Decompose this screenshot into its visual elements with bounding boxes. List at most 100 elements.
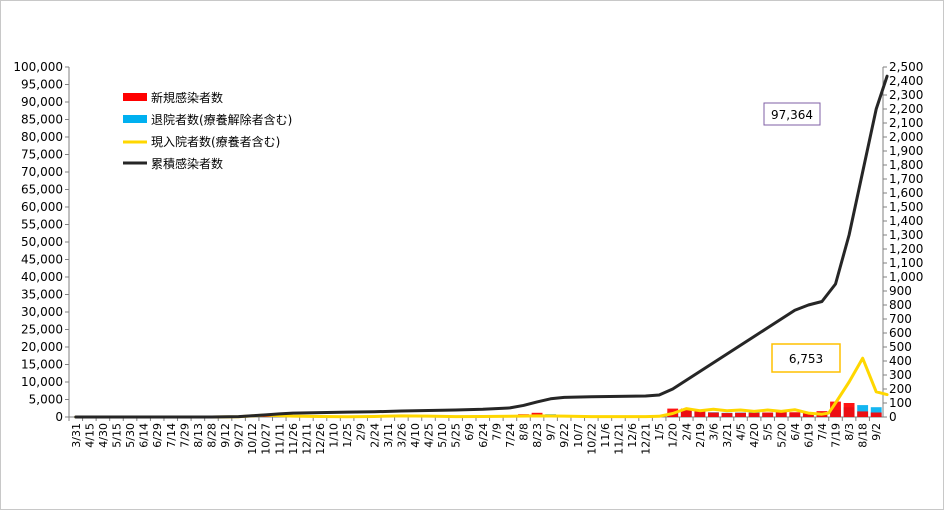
x-tick-label: 8/13 <box>192 423 205 448</box>
new-case-bar <box>871 413 882 417</box>
x-tick-label: 10/27 <box>260 423 273 455</box>
x-tick-label: 7/24 <box>504 423 517 448</box>
legend-swatch-new-cases <box>123 93 147 101</box>
y2-tick-label: 2,100 <box>889 116 923 130</box>
y-tick-label: 5,000 <box>29 393 63 407</box>
y-tick-label: 90,000 <box>21 95 63 109</box>
x-tick-label: 11/11 <box>273 423 286 455</box>
legend-label-recovered: 退院者数(療養解除者含む) <box>151 112 292 127</box>
x-tick-label: 5/30 <box>124 423 137 448</box>
legend-swatch-recovered <box>123 115 147 123</box>
x-tick-label: 2/9 <box>355 423 368 441</box>
y2-tick-label: 900 <box>889 284 912 298</box>
x-tick-label: 7/19 <box>830 423 843 448</box>
x-tick-label: 6/19 <box>802 423 815 448</box>
x-tick-label: 8/8 <box>517 423 530 441</box>
legend-label-hospitalized: 現入院者数(療養者含む) <box>151 134 280 149</box>
legend: 新規感染者数 退院者数(療養解除者含む) 現入院者数(療養者含む) 累積感染者数 <box>123 90 292 171</box>
new-case-bar <box>708 413 719 417</box>
legend-label-new-cases: 新規感染者数 <box>151 90 223 105</box>
y-tick-label: 10,000 <box>21 375 63 389</box>
y2-tick-label: 500 <box>889 340 912 354</box>
hospitalized-callout: 6,753 <box>772 344 840 372</box>
x-tick-label: 12/11 <box>300 423 313 455</box>
y-tick-label: 85,000 <box>21 113 63 127</box>
new-case-bar <box>749 413 760 417</box>
y-tick-label: 80,000 <box>21 130 63 144</box>
y2-tick-label: 100 <box>889 396 912 410</box>
x-tick-label: 9/27 <box>233 423 246 448</box>
new-case-bar <box>735 413 746 417</box>
x-tick-label: 4/30 <box>97 423 110 448</box>
y2-tick-label: 0 <box>889 410 897 424</box>
new-case-bar <box>694 411 705 417</box>
x-tick-label: 8/28 <box>205 423 218 448</box>
y2-tick-label: 700 <box>889 312 912 326</box>
x-tick-label: 9/2 <box>870 423 883 441</box>
x-tick-label: 2/4 <box>680 423 693 441</box>
x-tick-label: 9/7 <box>545 423 558 441</box>
y-tick-label: 30,000 <box>21 305 63 319</box>
new-case-bar <box>722 413 733 417</box>
y-tick-label: 25,000 <box>21 323 63 337</box>
x-tick-label: 11/26 <box>287 423 300 455</box>
y2-tick-label: 1,100 <box>889 256 923 270</box>
x-tick-label: 11/21 <box>612 423 625 455</box>
y2-tick-label: 1,200 <box>889 242 923 256</box>
y2-tick-label: 200 <box>889 382 912 396</box>
x-tick-label: 4/25 <box>423 423 436 448</box>
y2-tick-label: 1,000 <box>889 270 923 284</box>
y2-tick-label: 2,500 <box>889 60 923 74</box>
x-tick-label: 6/4 <box>789 423 802 441</box>
cumulative-line <box>76 76 887 417</box>
cumulative-callout-label: 97,364 <box>771 108 813 122</box>
y-tick-label: 20,000 <box>21 340 63 354</box>
new-case-bar <box>762 413 773 417</box>
y2-axis-ticks: 01002003004005006007008009001,0001,1001,… <box>883 60 923 424</box>
x-axis-ticks: 3/314/154/305/155/306/146/297/147/298/13… <box>69 417 883 455</box>
y-tick-label: 35,000 <box>21 288 63 302</box>
y-tick-label: 55,000 <box>21 218 63 232</box>
new-case-bar <box>789 412 800 417</box>
y2-tick-label: 1,900 <box>889 144 923 158</box>
x-tick-label: 5/25 <box>450 423 463 448</box>
y2-tick-label: 300 <box>889 368 912 382</box>
chart-svg: 0 5,000 10,000 15,000 20,000 25,000 30,000 35,0… <box>1 1 943 509</box>
y2-tick-label: 800 <box>889 298 912 312</box>
new-case-bar <box>844 403 855 417</box>
y-tick-label: 60,000 <box>21 200 63 214</box>
x-tick-label: 6/9 <box>463 423 476 441</box>
y-tick-label: 95,000 <box>21 78 63 92</box>
x-tick-label: 7/4 <box>816 423 829 441</box>
y-tick-label: 15,000 <box>21 358 63 372</box>
y2-tick-label: 600 <box>889 326 912 340</box>
cumulative-line-group <box>76 76 887 417</box>
y-tick-label: 65,000 <box>21 183 63 197</box>
x-tick-label: 6/24 <box>477 423 490 448</box>
x-tick-label: 12/26 <box>314 423 327 455</box>
y2-tick-label: 1,500 <box>889 200 923 214</box>
y2-tick-label: 1,400 <box>889 214 923 228</box>
y-tick-label: 50,000 <box>21 235 63 249</box>
x-tick-label: 4/20 <box>748 423 761 448</box>
y2-tick-label: 2,200 <box>889 102 923 116</box>
x-tick-label: 6/14 <box>138 423 151 448</box>
x-tick-label: 9/12 <box>219 423 232 448</box>
y2-tick-label: 2,000 <box>889 130 923 144</box>
x-tick-label: 6/29 <box>151 423 164 448</box>
y-tick-label: 100,000 <box>13 60 63 74</box>
x-tick-label: 3/6 <box>707 423 720 441</box>
x-tick-label: 12/6 <box>626 423 639 448</box>
new-case-bar <box>857 411 868 417</box>
y2-tick-label: 2,400 <box>889 74 923 88</box>
x-tick-label: 3/31 <box>70 423 83 448</box>
x-tick-label: 12/21 <box>640 423 653 455</box>
x-tick-label: 8/23 <box>531 423 544 448</box>
x-tick-label: 7/29 <box>178 423 191 448</box>
x-tick-label: 3/21 <box>721 423 734 448</box>
x-tick-label: 10/7 <box>572 423 585 448</box>
cumulative-callout: 97,364 <box>764 103 820 125</box>
x-tick-label: 2/24 <box>368 423 381 448</box>
x-tick-label: 3/26 <box>395 423 408 448</box>
x-tick-label: 10/12 <box>246 423 259 455</box>
